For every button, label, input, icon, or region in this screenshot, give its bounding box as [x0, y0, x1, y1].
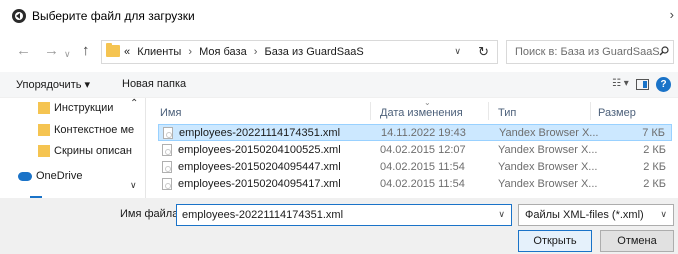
table-row[interactable]: employees-20150204095447.xml 04.02.2015 … [158, 159, 672, 176]
arrow-left-icon[interactable]: ← [16, 43, 31, 59]
sidebar-item-label: Контекстное ме [54, 124, 135, 136]
cancel-button[interactable]: Отмена [600, 230, 674, 252]
chevron-down-icon[interactable]: ∨ [660, 209, 667, 220]
scroll-down-icon[interactable]: ∨ [130, 180, 137, 191]
refresh-icon[interactable]: ↻ [478, 44, 489, 60]
folder-icon [38, 124, 50, 136]
file-size: 2 КБ [643, 161, 666, 173]
file-name: employees-20150204100525.xml [178, 144, 341, 156]
folder-icon [106, 43, 120, 57]
file-date: 04.02.2015 11:54 [380, 178, 465, 190]
navigation-pane: ⌃ Инструкции Контекстное ме Скрины описа… [0, 98, 146, 198]
filetype-select[interactable]: Файлы XML-files (*.xml) ∨ [518, 204, 674, 226]
xml-file-icon [162, 178, 172, 190]
file-date: 04.02.2015 12:07 [380, 144, 466, 156]
organize-button[interactable]: Упорядочить ▾ [16, 78, 90, 91]
chevron-right-icon[interactable]: › [254, 46, 258, 58]
file-date: 14.11.2022 19:43 [381, 127, 466, 139]
breadcrumb-item-clients[interactable]: Клиенты [137, 46, 181, 58]
filename-label: Имя файла: [120, 208, 182, 220]
sidebar-item-label: Инструкции [54, 102, 114, 114]
help-icon[interactable]: ? [656, 77, 671, 92]
back-circle-icon [12, 9, 26, 23]
chevron-right-icon[interactable]: › [188, 46, 192, 58]
breadcrumb-overflow[interactable]: « [124, 46, 130, 58]
file-name: employees-20221114174351.xml [179, 127, 341, 139]
chevron-down-icon[interactable]: ∨ [498, 209, 505, 220]
file-name: employees-20150204095447.xml [178, 161, 341, 173]
xml-file-icon [162, 144, 172, 156]
breadcrumb-item-guardsaas[interactable]: База из GuardSaaS [265, 46, 364, 58]
sidebar-item-label: OneDrive [36, 170, 83, 182]
breadcrumb-item-my-base[interactable]: Моя база [199, 46, 247, 58]
breadcrumb: « Клиенты › Моя база › База из GuardSaaS [124, 46, 368, 58]
table-row[interactable]: employees-20221114174351.xml 14.11.2022 … [158, 124, 672, 141]
arrow-up-icon[interactable]: ↑ [82, 43, 90, 59]
dialog-title: Выберите файл для загрузки [32, 9, 195, 23]
folder-icon [38, 102, 50, 114]
filename-value[interactable]: employees-20221114174351.xml [182, 209, 343, 221]
file-list: ⌄ Имя Дата изменения Тип Размер employee… [146, 98, 678, 198]
file-type: Yandex Browser X... [498, 178, 598, 190]
arrow-right-icon[interactable]: → [44, 43, 59, 59]
xml-file-icon [163, 127, 173, 139]
search-input[interactable]: Поиск в: База из GuardSaaS [506, 40, 674, 64]
file-size: 7 КБ [642, 127, 665, 139]
chevron-down-icon[interactable]: ∨ [454, 46, 461, 57]
xml-file-icon [162, 161, 172, 173]
title-bar: Выберите файл для загрузки › [0, 0, 678, 32]
file-type: Yandex Browser X... [499, 127, 599, 139]
dialog-footer: Имя файла: employees-20221114174351.xml … [0, 198, 678, 254]
file-date: 04.02.2015 11:54 [380, 161, 465, 173]
folder-icon [38, 145, 50, 157]
preview-pane-icon[interactable] [636, 79, 649, 90]
cloud-icon [18, 172, 32, 181]
column-divider[interactable] [488, 102, 489, 120]
file-type: Yandex Browser X... [498, 144, 598, 156]
new-folder-button[interactable]: Новая папка [122, 78, 186, 90]
search-placeholder: Поиск в: База из GuardSaaS [515, 46, 660, 58]
scroll-up-icon[interactable]: ⌃ [130, 98, 138, 109]
search-icon[interactable] [659, 46, 669, 56]
open-button[interactable]: Открыть [518, 230, 592, 252]
file-type: Yandex Browser X... [498, 161, 598, 173]
table-row[interactable]: employees-20150204100525.xml 04.02.2015 … [158, 142, 672, 159]
filetype-value: Файлы XML-files (*.xml) [525, 209, 644, 221]
view-options-icon[interactable]: ☷ ▾ [612, 78, 629, 89]
close-icon[interactable]: › [670, 7, 674, 22]
column-divider[interactable] [590, 102, 591, 120]
column-divider[interactable] [370, 102, 371, 120]
sidebar-item-label: Скрины описан [54, 145, 132, 157]
filename-field[interactable]: employees-20221114174351.xml ∨ [176, 204, 512, 226]
address-bar[interactable]: « Клиенты › Моя база › База из GuardSaaS… [101, 40, 498, 64]
table-row[interactable]: employees-20150204095417.xml 04.02.2015 … [158, 176, 672, 193]
address-row: ← → ∨ ↑ « Клиенты › Моя база › База из G… [0, 32, 678, 72]
sort-indicator-icon: ⌄ [424, 98, 431, 107]
file-name: employees-20150204095417.xml [178, 178, 341, 190]
command-bar: Упорядочить ▾ Новая папка ☷ ▾ ? [0, 72, 678, 98]
file-size: 2 КБ [643, 144, 666, 156]
file-size: 2 КБ [643, 178, 666, 190]
recent-locations-dropdown[interactable]: ∨ [64, 46, 71, 62]
